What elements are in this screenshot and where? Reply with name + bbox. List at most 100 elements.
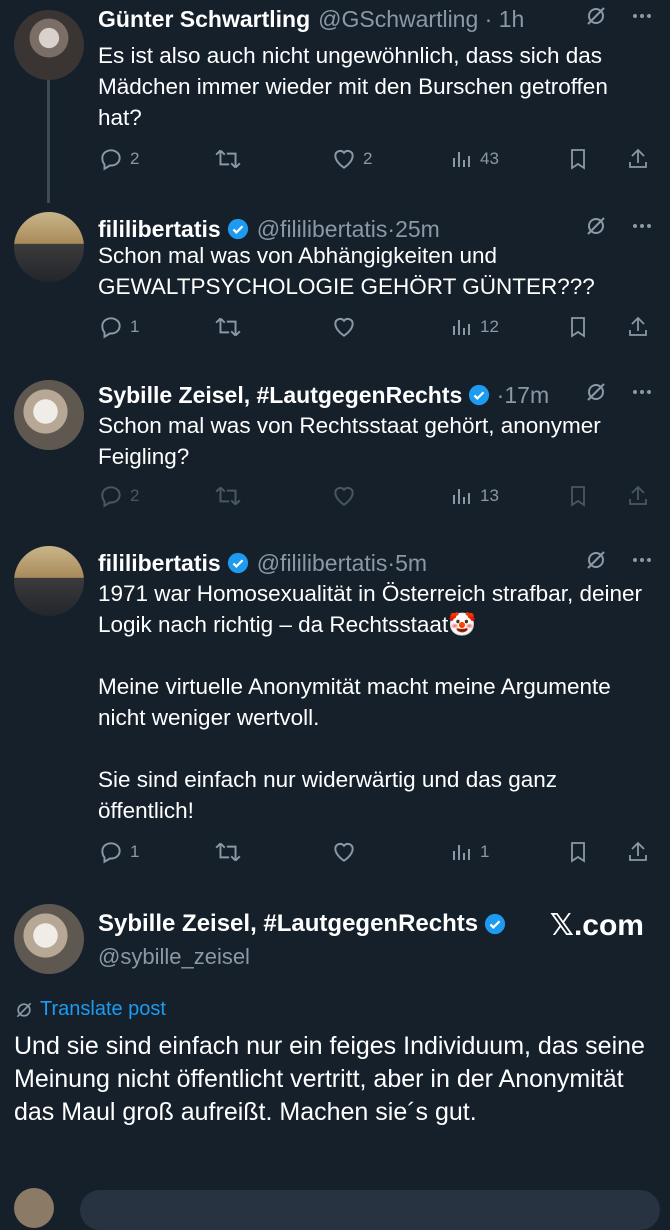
tweet-header: Sybille Zeisel, #LautgegenRechts · 17m [98,378,549,412]
tweet-text: 1971 war Homosexualität in Österreich st… [98,578,653,826]
repost-icon [215,317,241,337]
views-count: 1 [480,842,490,861]
share-icon [629,841,647,861]
repost-button[interactable] [214,837,242,867]
reply-count: 2 [130,149,140,168]
reply-count: 1 [130,317,140,336]
avatar[interactable] [14,10,84,80]
reply-input[interactable] [80,1190,660,1230]
tweet-header: Günter Schwartling @GSchwartling · 1h [98,2,524,36]
grok-icon[interactable] [584,380,608,410]
views-count: 13 [480,486,499,505]
author-name[interactable]: Günter Schwartling [98,6,310,33]
header-actions [584,380,654,410]
like-button[interactable]: 2 [331,144,372,174]
header-actions [584,4,654,34]
reply-icon [101,842,121,864]
bookmark-button[interactable] [566,837,590,867]
separator-dot: · [387,215,396,242]
tweet-paragraph: Sie sind einfach nur widerwärtig und das… [98,767,558,823]
verified-badge-icon [485,913,506,935]
share-button[interactable] [626,837,650,867]
views-icon [453,320,470,335]
share-icon [629,148,647,168]
bookmark-button[interactable] [566,144,590,174]
avatar[interactable] [14,904,84,974]
author-name[interactable]: fililibertatis [98,550,221,577]
reply-compose-area[interactable] [14,1188,660,1230]
author-handle[interactable]: @fililibertatis [257,216,388,243]
like-count: 2 [363,149,373,168]
bookmark-icon [571,317,585,338]
timestamp[interactable]: 17m [504,382,549,409]
views-count: 43 [480,149,499,168]
bookmark-button[interactable] [566,312,590,342]
translate-label: Translate post [40,998,166,1020]
share-button[interactable] [626,481,650,511]
tweet-paragraph: Meine virtuelle Anonymität macht meine A… [98,674,611,730]
bookmark-icon [571,149,585,170]
author-handle[interactable]: @GSchwartling [318,6,478,33]
verified-badge-icon [227,218,248,240]
action-bar: 1 1 [98,837,658,867]
repost-icon [215,842,241,862]
like-button[interactable] [331,481,357,511]
like-button[interactable] [331,837,357,867]
reply-button[interactable]: 2 [98,481,139,511]
reply-button[interactable]: 1 [98,837,139,867]
views-button[interactable]: 43 [450,144,499,174]
repost-button[interactable] [214,481,242,511]
author-handle[interactable]: @sybille_zeisel [98,944,506,970]
views-button[interactable]: 1 [450,837,489,867]
tweet-text: Es ist also auch nicht ungewöhnlich, das… [98,43,608,130]
like-button[interactable] [331,312,357,342]
reply-button[interactable]: 2 [98,144,139,174]
timestamp[interactable]: 25m [395,216,440,243]
avatar [14,1188,54,1228]
separator-dot: · [387,549,396,576]
author-name[interactable]: fililibertatis [98,216,221,243]
repost-button[interactable] [214,144,248,174]
timestamp[interactable]: 1h [499,6,525,33]
views-icon [453,152,470,167]
reply-icon [101,486,121,508]
author-name[interactable]: Sybille Zeisel, #LautgegenRechts [98,382,462,409]
grok-icon [16,1002,32,1017]
views-button[interactable]: 13 [450,481,499,511]
author-handle[interactable]: @fililibertatis [257,550,388,577]
like-icon [334,149,354,169]
like-icon [334,486,354,506]
views-button[interactable]: 12 [450,312,499,342]
share-button[interactable] [626,144,650,174]
tweet-paragraph: 1971 war Homosexualität in Österreich st… [98,581,643,637]
tweet-header: fililibertatis @fililibertatis · 5m [98,546,427,580]
timestamp[interactable]: 5m [395,550,427,577]
more-icon[interactable] [630,380,654,410]
main-author: Sybille Zeisel, #LautgegenRechts @sybill… [98,910,506,970]
bookmark-button[interactable] [566,481,590,511]
main-post-text: Und sie sind einfach nur ein feiges Indi… [14,1032,645,1126]
reply-button[interactable]: 1 [98,312,139,342]
repost-button[interactable] [214,312,242,342]
action-bar: 1 12 [98,312,658,342]
grok-icon[interactable] [584,548,608,578]
grok-icon[interactable] [584,4,608,34]
author-name[interactable]: Sybille Zeisel, #LautgegenRechts [98,910,478,938]
share-button[interactable] [626,312,650,342]
separator-dot: · [490,381,505,408]
more-icon[interactable] [630,548,654,578]
header-actions [584,548,654,578]
share-icon [629,485,647,505]
avatar[interactable] [14,212,84,282]
avatar[interactable] [14,546,84,616]
views-icon [453,489,470,504]
reply-icon [101,317,121,339]
reply-count: 1 [130,842,140,861]
views-count: 12 [480,317,499,336]
reply-count: 2 [130,486,140,505]
more-icon[interactable] [630,4,654,34]
translate-post-link[interactable]: Translate post [14,998,166,1021]
avatar[interactable] [14,380,84,450]
bookmark-icon [571,486,585,507]
like-icon [334,842,354,862]
